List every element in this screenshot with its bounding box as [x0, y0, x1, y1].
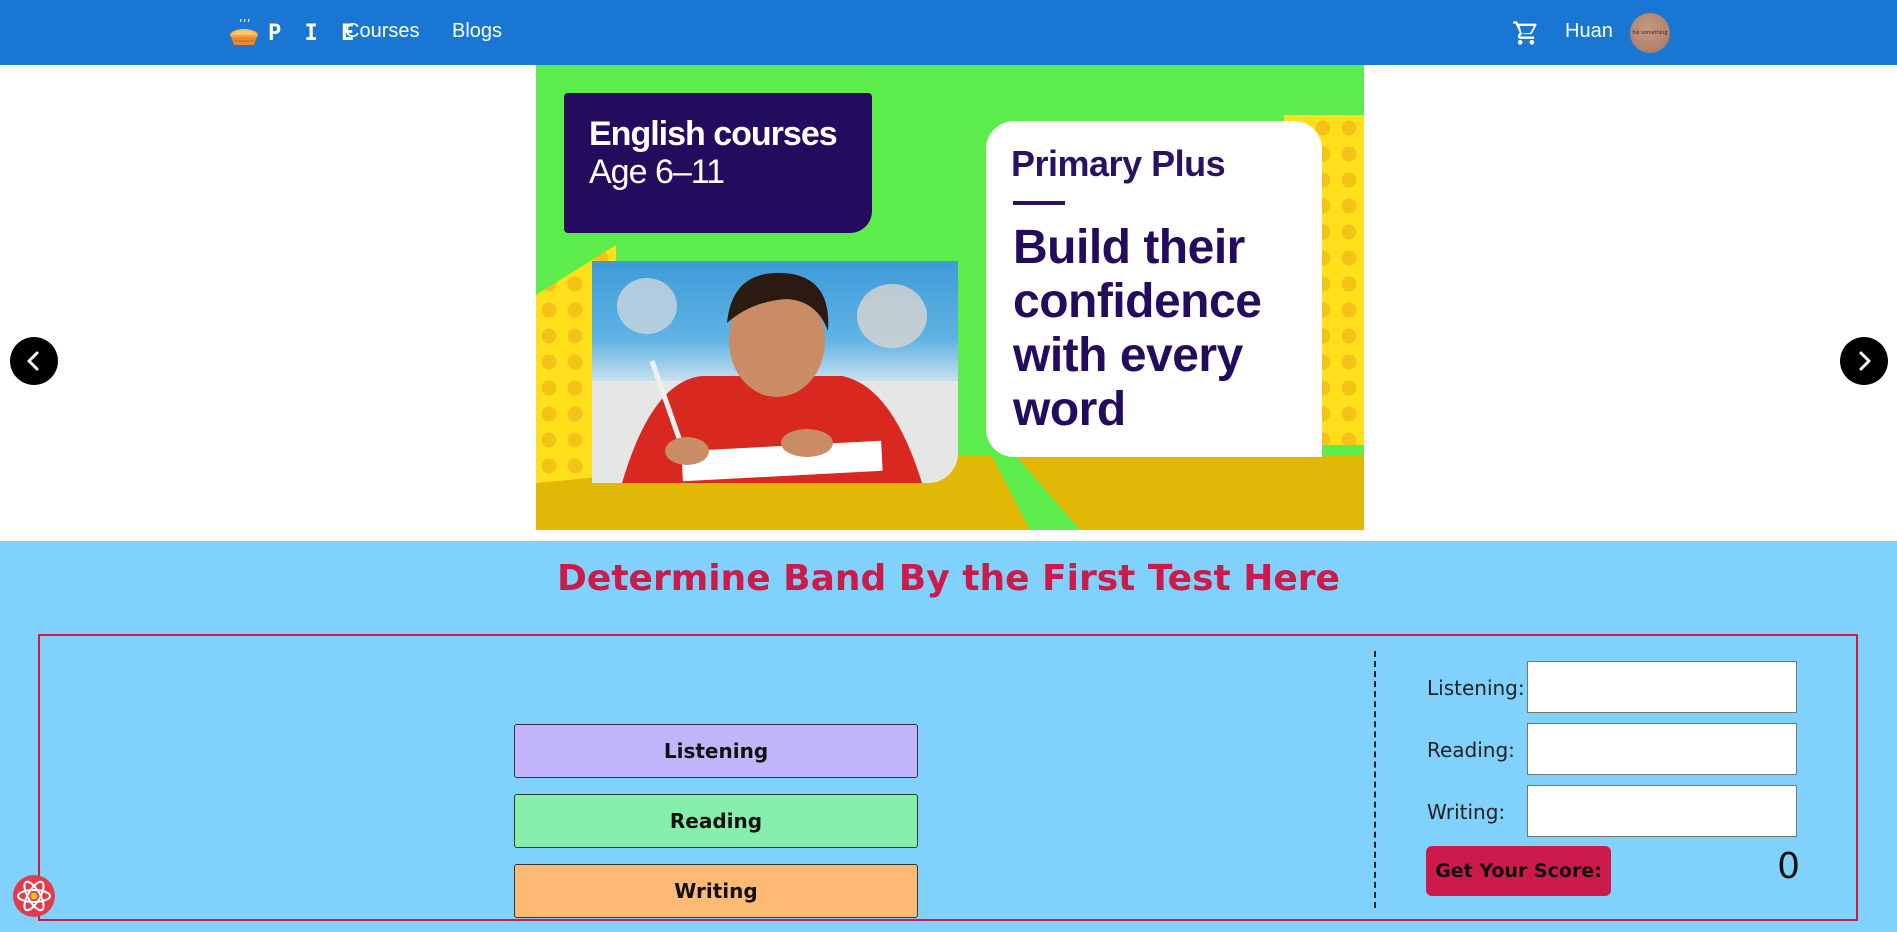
- brand-logo[interactable]: P I E: [228, 18, 359, 48]
- dashed-divider: [1374, 651, 1376, 908]
- age-box: English courses Age 6–11: [564, 93, 872, 233]
- chevron-left-icon: [27, 351, 39, 371]
- score-value: 0: [1777, 846, 1800, 887]
- nav-link-courses[interactable]: Courses: [345, 20, 419, 43]
- chevron-right-icon: [1859, 351, 1871, 371]
- avatar-text: his something: [1632, 30, 1668, 36]
- card-slogan: Build their confidence with every word: [1013, 221, 1262, 436]
- reading-score-input[interactable]: [1527, 723, 1797, 775]
- carousel-slide[interactable]: English courses Age 6–11 Primary Plus Bu…: [536, 65, 1364, 530]
- top-navbar: P I E Courses Blogs Huan his something: [0, 0, 1897, 65]
- writing-button[interactable]: Writing: [514, 864, 918, 918]
- band-test-section: Determine Band By the First Test Here Li…: [0, 541, 1897, 932]
- writing-label: Writing:: [1427, 800, 1506, 824]
- student-photo: [592, 261, 958, 483]
- carousel-prev-button[interactable]: [10, 337, 58, 385]
- user-name[interactable]: Huan: [1565, 20, 1613, 43]
- get-score-button[interactable]: Get Your Score:: [1426, 846, 1611, 896]
- listening-score-input[interactable]: [1527, 661, 1797, 713]
- pie-icon: [230, 19, 258, 45]
- hero-carousel: English courses Age 6–11 Primary Plus Bu…: [0, 65, 1897, 584]
- writing-score-input[interactable]: [1527, 785, 1797, 837]
- cart-icon[interactable]: [1512, 19, 1540, 47]
- promo-card: Primary Plus Build their confidence with…: [986, 121, 1322, 457]
- nav-link-blogs[interactable]: Blogs: [452, 20, 502, 43]
- reading-button[interactable]: Reading: [514, 794, 918, 848]
- reading-label: Reading:: [1427, 738, 1515, 762]
- card-brand: Primary Plus: [1011, 143, 1226, 184]
- test-heading: Determine Band By the First Test Here: [557, 558, 1340, 599]
- carousel-next-button[interactable]: [1840, 337, 1888, 385]
- react-devtools-icon[interactable]: [12, 874, 56, 918]
- card-divider: [1013, 201, 1065, 205]
- age-subtitle: Age 6–11: [589, 153, 725, 191]
- band-right: [1014, 455, 1364, 530]
- test-panel: Listening Reading Writing Listening: Rea…: [38, 634, 1858, 921]
- listening-button[interactable]: Listening: [514, 724, 918, 778]
- age-title: English courses: [589, 115, 838, 153]
- listening-label: Listening:: [1427, 676, 1525, 700]
- avatar[interactable]: his something: [1630, 13, 1670, 53]
